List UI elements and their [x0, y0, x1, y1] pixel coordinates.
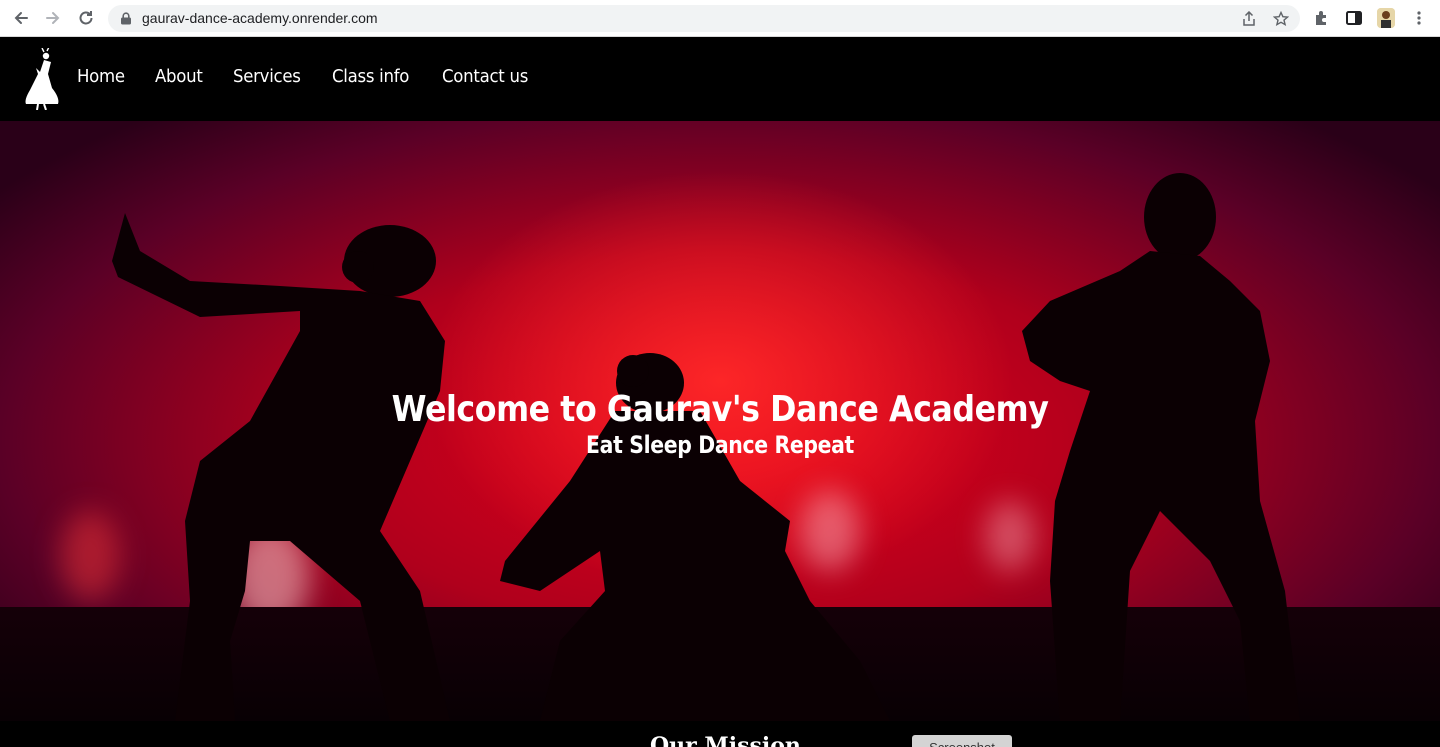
- extensions-icon[interactable]: [1309, 5, 1335, 31]
- mission-title: Our Mission: [650, 733, 801, 747]
- nav-class-info[interactable]: Class info: [332, 66, 409, 87]
- reload-icon[interactable]: [73, 5, 99, 31]
- bookmark-star-icon[interactable]: [1270, 10, 1292, 28]
- address-bar[interactable]: gaurav-dance-academy.onrender.com: [108, 5, 1300, 32]
- lock-icon: [121, 12, 131, 25]
- hero-banner: Welcome to Gaurav's Dance Academy Eat Sl…: [0, 121, 1440, 721]
- share-icon[interactable]: [1238, 10, 1260, 28]
- nav-about[interactable]: About: [155, 66, 203, 87]
- site-navbar: Home About Services Class info Contact u…: [0, 38, 1440, 121]
- nav-links: Home About Services Class info Contact u…: [77, 66, 562, 87]
- back-icon[interactable]: [8, 5, 34, 31]
- more-menu-icon[interactable]: [1406, 5, 1432, 31]
- forward-icon[interactable]: [40, 5, 66, 31]
- browser-toolbar: gaurav-dance-academy.onrender.com: [0, 0, 1440, 37]
- nav-home[interactable]: Home: [77, 66, 125, 87]
- url-text: gaurav-dance-academy.onrender.com: [142, 10, 378, 26]
- mission-section: Our Mission Screenshot: [0, 721, 1440, 747]
- dancer-logo-icon[interactable]: [20, 48, 62, 110]
- hero-title: Welcome to Gaurav's Dance Academy: [391, 389, 1049, 430]
- side-panel-icon[interactable]: [1341, 5, 1367, 31]
- nav-services[interactable]: Services: [233, 66, 301, 87]
- profile-avatar[interactable]: [1377, 8, 1395, 28]
- screenshot-button[interactable]: Screenshot: [912, 735, 1012, 747]
- nav-contact-us[interactable]: Contact us: [442, 66, 528, 87]
- hero-subtitle: Eat Sleep Dance Repeat: [586, 431, 854, 459]
